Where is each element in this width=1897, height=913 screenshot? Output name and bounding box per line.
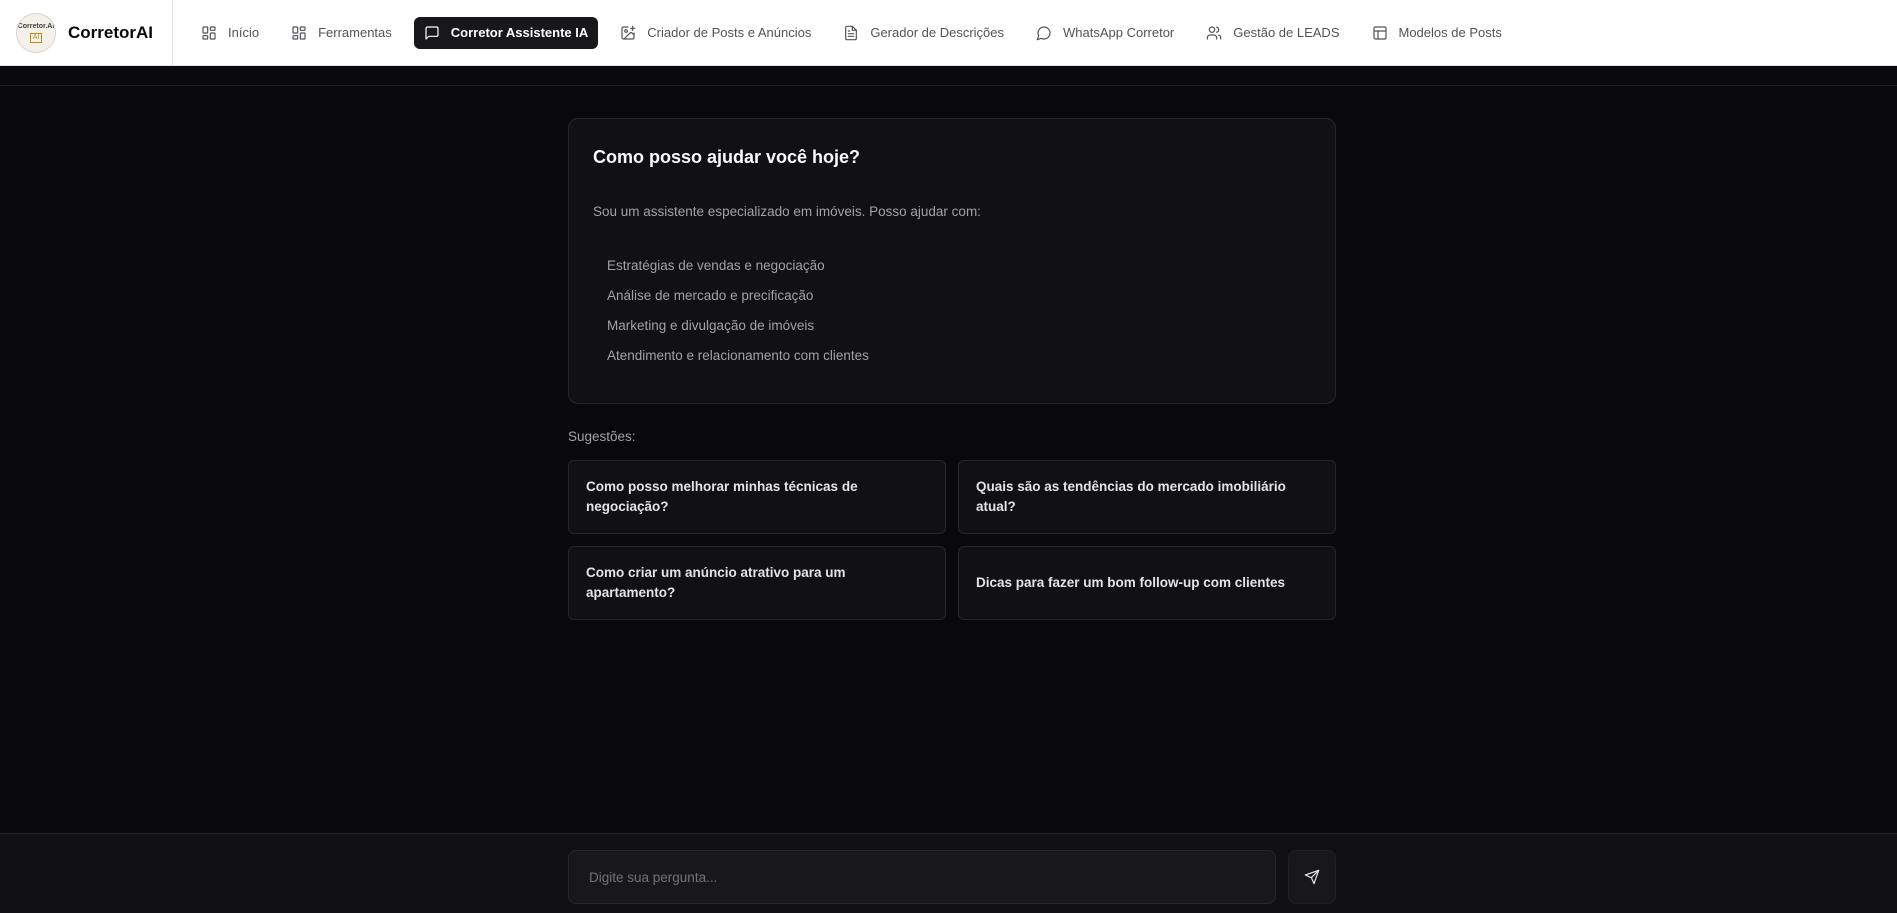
nav-item-whatsapp-corretor[interactable]: WhatsApp Corretor [1026, 17, 1184, 49]
nav-item-corretor-assistente-ia[interactable]: Corretor Assistente IA [413, 16, 599, 49]
brand[interactable]: Corretor.AI AI CorretorAI [0, 0, 173, 66]
send-button[interactable] [1288, 850, 1336, 904]
nav-item-label: Criador de Posts e Anúncios [647, 25, 812, 40]
nav-item-ferramentas[interactable]: Ferramentas [281, 17, 402, 49]
top-navbar: Corretor.AI AI CorretorAI Início Ferrame… [0, 0, 1897, 66]
suggestions-label: Sugestões: [568, 429, 636, 444]
suggestion-text: Como criar um anúncio atrativo para um a… [586, 565, 846, 600]
list-item: Atendimento e relacionamento com cliente… [607, 348, 869, 363]
chat-input[interactable] [568, 850, 1276, 904]
suggestion-text: Dicas para fazer um bom follow-up com cl… [976, 575, 1286, 590]
suggestion-text: Quais são as tendências do mercado imobi… [976, 479, 1286, 514]
nav-item-label: Corretor Assistente IA [450, 25, 589, 40]
intro-title: Como posso ajudar você hoje? [593, 147, 861, 167]
main-nav: Início Ferramentas Corretor Assistente I… [191, 16, 1512, 49]
app-logo: Corretor.AI AI [16, 12, 56, 53]
nav-item-label: WhatsApp Corretor [1063, 25, 1175, 40]
nav-item-label: Ferramentas [318, 25, 392, 40]
logo-text: Corretor.AI [17, 22, 55, 30]
assistant-intro-card: Como posso ajudar você hoje? Sou um assi… [568, 118, 1336, 404]
list-item: Estratégias de vendas e negociação [607, 258, 825, 273]
header-divider [0, 85, 1897, 86]
list-item: Análise de mercado e precificação [607, 288, 814, 303]
app-name: CorretorAI [68, 22, 154, 42]
suggestion-card[interactable]: Dicas para fazer um bom follow-up com cl… [958, 546, 1336, 620]
nav-item-label: Modelos de Posts [1398, 25, 1502, 40]
layout-icon [1372, 25, 1387, 40]
nav-item-label: Gerador de Descrições [870, 25, 1004, 40]
message-square-icon [425, 25, 439, 40]
send-icon [1304, 869, 1320, 885]
chat-input-bar [0, 833, 1897, 913]
suggestion-card[interactable]: Quais são as tendências do mercado imobi… [958, 460, 1336, 534]
nav-item-gestao-de-leads[interactable]: Gestão de LEADS [1196, 17, 1349, 49]
suggestion-card[interactable]: Como posso melhorar minhas técnicas de n… [568, 460, 946, 534]
intro-description: Sou um assistente especializado em imóve… [593, 204, 981, 219]
nav-item-modelos-de-posts[interactable]: Modelos de Posts [1362, 17, 1512, 49]
image-plus-icon [621, 25, 636, 40]
suggestion-card[interactable]: Como criar um anúncio atrativo para um a… [568, 546, 946, 620]
grid-icon [202, 25, 216, 40]
logo-badge: AI [29, 32, 43, 43]
intro-topic-list: Estratégias de vendas e negociação Análi… [593, 257, 1311, 377]
nav-item-criador-de-posts[interactable]: Criador de Posts e Anúncios [610, 17, 821, 49]
suggestion-text: Como posso melhorar minhas técnicas de n… [586, 479, 858, 514]
grid-icon [292, 25, 306, 40]
message-circle-icon [1036, 25, 1051, 40]
nav-item-gerador-de-descricoes[interactable]: Gerador de Descrições [833, 17, 1014, 49]
nav-item-label: Gestão de LEADS [1233, 25, 1340, 40]
file-text-icon [845, 25, 858, 40]
nav-item-label: Início [228, 25, 260, 40]
users-icon [1206, 25, 1222, 40]
nav-item-inicio[interactable]: Início [191, 17, 269, 49]
list-item: Marketing e divulgação de imóveis [607, 318, 815, 333]
